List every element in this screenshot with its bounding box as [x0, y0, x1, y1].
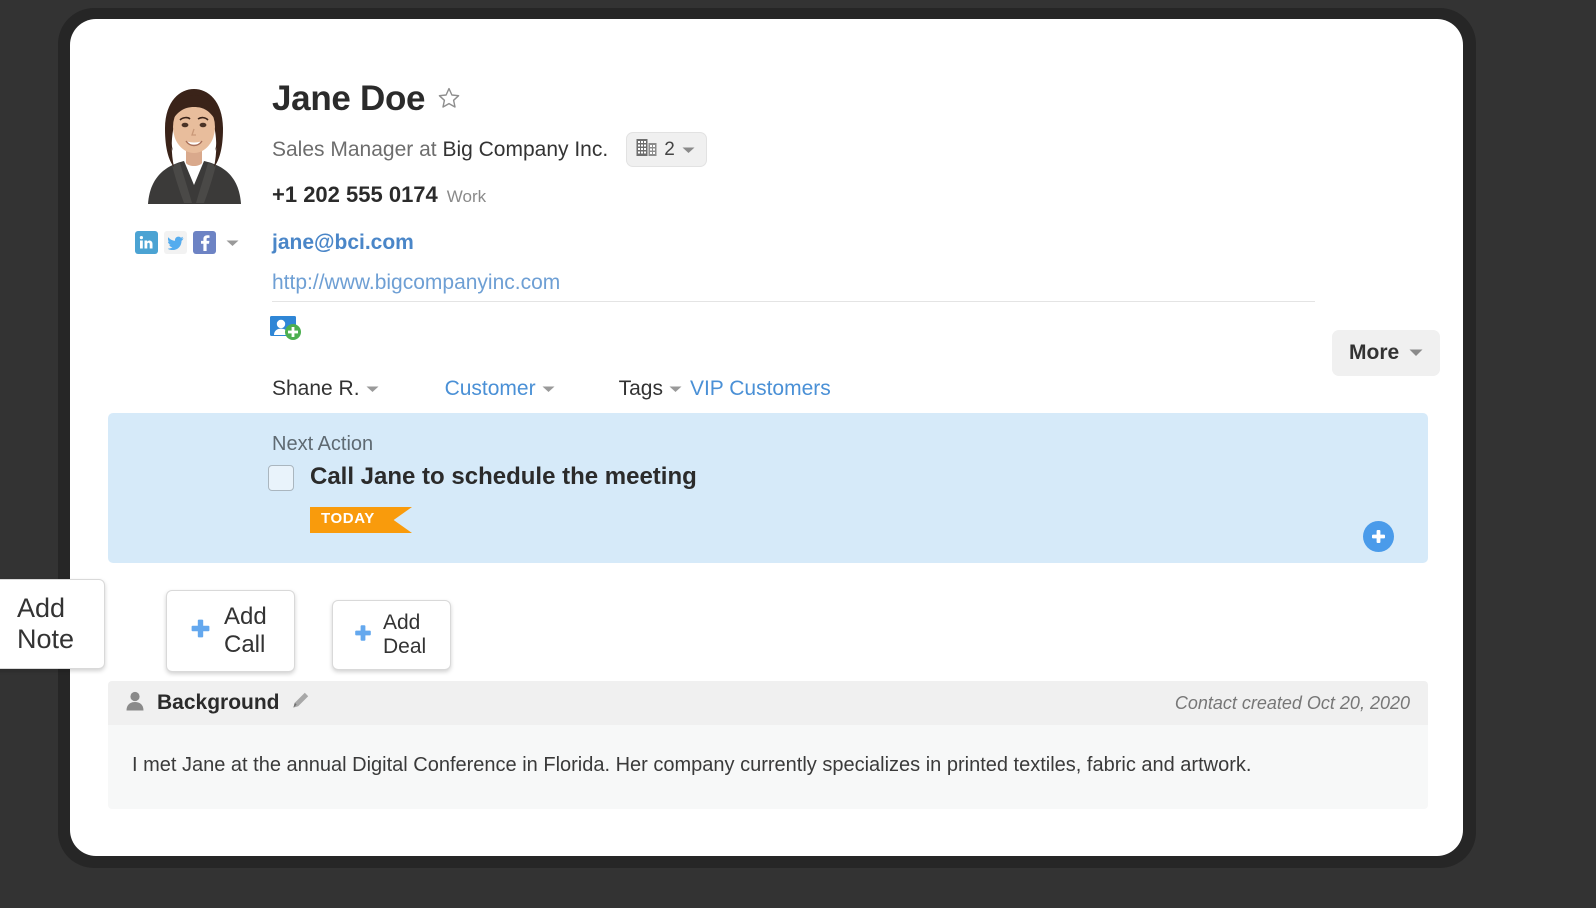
contact-type-label: Customer	[445, 377, 536, 401]
name-row: Jane Doe	[272, 81, 461, 116]
more-label: More	[1349, 341, 1399, 365]
background-section: Background Contact created Oct 20, 2020 …	[108, 681, 1428, 809]
website-link[interactable]: http://www.bigcompanyinc.com	[272, 271, 560, 295]
phone-number[interactable]: +1 202 555 0174	[272, 182, 438, 208]
company-count-dropdown[interactable]: 2	[626, 132, 707, 167]
add-note-button[interactable]: Add Note	[0, 579, 105, 669]
add-deal-label: Add Deal	[383, 611, 426, 659]
owner-label: Shane R.	[272, 377, 360, 401]
person-icon	[124, 690, 146, 717]
job-title: Sales Manager at Big Company Inc.	[272, 138, 608, 162]
plus-icon	[189, 617, 212, 645]
company-name: Big Company Inc.	[442, 138, 608, 161]
more-button[interactable]: More	[1332, 330, 1440, 376]
avatar	[134, 79, 254, 204]
pencil-icon[interactable]	[292, 692, 309, 714]
add-note-label: Add Note	[17, 593, 74, 655]
tags-dropdown[interactable]: Tags	[555, 377, 682, 401]
owner-dropdown[interactable]: Shane R.	[272, 377, 379, 401]
title-row: Sales Manager at Big Company Inc.	[272, 132, 707, 167]
next-action-checkbox[interactable]	[268, 465, 294, 491]
due-badge-label: TODAY	[321, 510, 375, 527]
chevron-down-icon	[1409, 344, 1423, 362]
social-more-chevron-down-icon[interactable]	[226, 234, 239, 252]
linkedin-icon[interactable]	[135, 231, 158, 254]
add-next-action-button[interactable]	[1363, 521, 1394, 552]
background-text: I met Jane at the annual Digital Confere…	[132, 754, 1251, 776]
chevron-down-icon	[682, 141, 695, 159]
social-links	[135, 231, 239, 254]
next-action-task[interactable]: Call Jane to schedule the meeting	[310, 463, 697, 491]
next-action-label: Next Action	[272, 433, 373, 456]
tags-label: Tags	[619, 377, 663, 401]
background-body[interactable]: I met Jane at the annual Digital Confere…	[108, 725, 1428, 809]
phone-type-label: Work	[447, 187, 486, 207]
facebook-icon[interactable]	[193, 231, 216, 254]
email-link[interactable]: jane@bci.com	[272, 231, 414, 255]
add-call-button[interactable]: Add Call	[166, 590, 295, 672]
add-call-label: Add Call	[224, 603, 267, 659]
contact-name: Jane Doe	[272, 81, 425, 116]
chevron-down-icon	[542, 380, 555, 398]
add-deal-button[interactable]: Add Deal	[332, 600, 451, 670]
chevron-down-icon	[366, 380, 379, 398]
header-divider	[272, 301, 1315, 302]
tag-vip-customers[interactable]: VIP Customers	[690, 377, 831, 401]
chevron-down-icon	[669, 380, 682, 398]
building-icon	[636, 138, 657, 162]
star-outline-icon[interactable]	[437, 86, 461, 115]
company-count: 2	[664, 139, 675, 161]
background-header: Background Contact created Oct 20, 2020	[108, 681, 1428, 725]
meta-row: Shane R. Customer Tags VIP Customers	[272, 377, 831, 401]
next-action-panel: Next Action Call Jane to schedule the me…	[108, 413, 1428, 563]
screen: Jane Doe Sales Manager at Big Company In…	[0, 0, 1596, 908]
contact-card: Jane Doe Sales Manager at Big Company In…	[70, 19, 1463, 856]
contact-type-dropdown[interactable]: Customer	[379, 377, 555, 401]
contact-created-label: Contact created Oct 20, 2020	[1175, 693, 1410, 714]
plus-icon	[0, 609, 3, 640]
add-contact-icon[interactable]	[270, 314, 302, 346]
twitter-icon[interactable]	[164, 231, 187, 254]
phone-row: +1 202 555 0174 Work	[272, 182, 486, 208]
background-title: Background	[157, 691, 280, 715]
plus-icon	[353, 623, 373, 648]
